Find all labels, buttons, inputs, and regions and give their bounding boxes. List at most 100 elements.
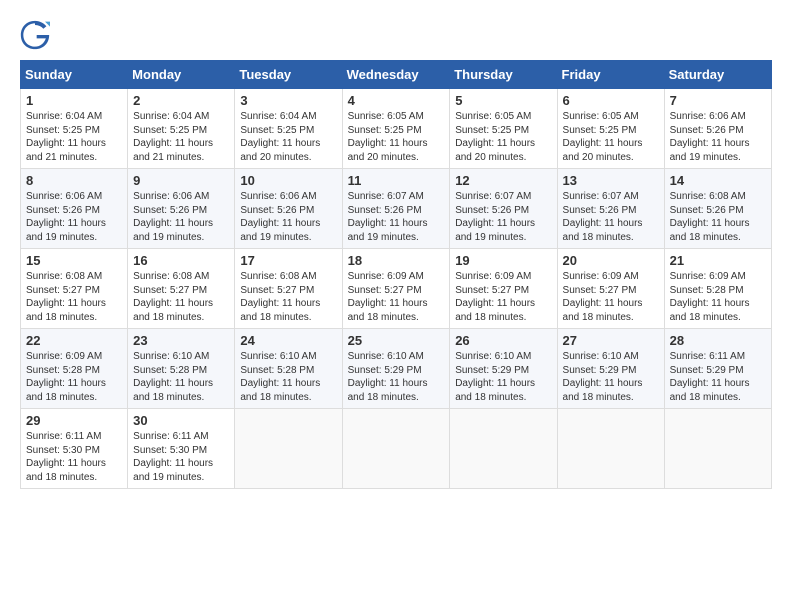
day-content: Sunrise: 6:06 AM Sunset: 5:26 PM Dayligh… [670, 110, 766, 164]
calendar-cell: 1 Sunrise: 6:04 AM Sunset: 5:25 PM Daylig… [21, 89, 128, 169]
week-row-1: 1 Sunrise: 6:04 AM Sunset: 5:25 PM Daylig… [21, 89, 772, 169]
calendar-cell [342, 409, 450, 489]
calendar-cell: 12 Sunrise: 6:07 AM Sunset: 5:26 PM Dayli… [450, 169, 557, 249]
calendar-cell: 20 Sunrise: 6:09 AM Sunset: 5:27 PM Dayli… [557, 249, 664, 329]
calendar-table: SundayMondayTuesdayWednesdayThursdayFrid… [20, 60, 772, 489]
day-number: 6 [563, 93, 659, 108]
calendar-cell: 4 Sunrise: 6:05 AM Sunset: 5:25 PM Daylig… [342, 89, 450, 169]
day-content: Sunrise: 6:08 AM Sunset: 5:27 PM Dayligh… [26, 270, 122, 324]
calendar-cell: 17 Sunrise: 6:08 AM Sunset: 5:27 PM Dayli… [235, 249, 342, 329]
day-content: Sunrise: 6:08 AM Sunset: 5:26 PM Dayligh… [670, 190, 766, 244]
week-row-3: 15 Sunrise: 6:08 AM Sunset: 5:27 PM Dayli… [21, 249, 772, 329]
calendar-cell [557, 409, 664, 489]
weekday-header-thursday: Thursday [450, 61, 557, 89]
day-number: 18 [348, 253, 445, 268]
calendar-cell: 6 Sunrise: 6:05 AM Sunset: 5:25 PM Daylig… [557, 89, 664, 169]
day-content: Sunrise: 6:11 AM Sunset: 5:30 PM Dayligh… [133, 430, 229, 484]
calendar-cell: 3 Sunrise: 6:04 AM Sunset: 5:25 PM Daylig… [235, 89, 342, 169]
calendar-cell: 24Sunrise: 6:10 AM Sunset: 5:28 PM Dayli… [235, 329, 342, 409]
calendar-cell: 19 Sunrise: 6:09 AM Sunset: 5:27 PM Dayli… [450, 249, 557, 329]
calendar-cell: 21 Sunrise: 6:09 AM Sunset: 5:28 PM Dayli… [664, 249, 771, 329]
day-content: Sunrise: 6:07 AM Sunset: 5:26 PM Dayligh… [455, 190, 551, 244]
day-number: 12 [455, 173, 551, 188]
day-number: 30 [133, 413, 229, 428]
day-number: 4 [348, 93, 445, 108]
week-row-4: 22 Sunrise: 6:09 AM Sunset: 5:28 PM Dayli… [21, 329, 772, 409]
day-content: Sunrise: 6:04 AM Sunset: 5:25 PM Dayligh… [240, 110, 336, 164]
day-number: 23 [133, 333, 229, 348]
day-number: 25 [348, 333, 445, 348]
calendar-cell: 8Sunrise: 6:06 AM Sunset: 5:26 PM Daylig… [21, 169, 128, 249]
calendar-cell: 30 Sunrise: 6:11 AM Sunset: 5:30 PM Dayli… [128, 409, 235, 489]
day-content: Sunrise: 6:06 AM Sunset: 5:26 PM Dayligh… [26, 190, 122, 244]
day-content: Sunrise: 6:05 AM Sunset: 5:25 PM Dayligh… [563, 110, 659, 164]
day-number: 29 [26, 413, 122, 428]
calendar-cell: 27 Sunrise: 6:10 AM Sunset: 5:29 PM Dayli… [557, 329, 664, 409]
calendar-cell: 7 Sunrise: 6:06 AM Sunset: 5:26 PM Daylig… [664, 89, 771, 169]
day-number: 21 [670, 253, 766, 268]
day-number: 16 [133, 253, 229, 268]
day-number: 15 [26, 253, 122, 268]
day-number: 24 [240, 333, 336, 348]
weekday-header-tuesday: Tuesday [235, 61, 342, 89]
day-number: 22 [26, 333, 122, 348]
day-content: Sunrise: 6:07 AM Sunset: 5:26 PM Dayligh… [563, 190, 659, 244]
weekday-header-wednesday: Wednesday [342, 61, 450, 89]
day-content: Sunrise: 6:11 AM Sunset: 5:30 PM Dayligh… [26, 430, 122, 484]
calendar-cell: 13Sunrise: 6:07 AM Sunset: 5:26 PM Dayli… [557, 169, 664, 249]
calendar-cell: 14Sunrise: 6:08 AM Sunset: 5:26 PM Dayli… [664, 169, 771, 249]
calendar-cell: 11 Sunrise: 6:07 AM Sunset: 5:26 PM Dayli… [342, 169, 450, 249]
day-number: 26 [455, 333, 551, 348]
general-blue-icon [20, 20, 50, 50]
day-content: Sunrise: 6:09 AM Sunset: 5:27 PM Dayligh… [348, 270, 445, 324]
week-row-5: 29 Sunrise: 6:11 AM Sunset: 5:30 PM Dayli… [21, 409, 772, 489]
day-content: Sunrise: 6:10 AM Sunset: 5:29 PM Dayligh… [563, 350, 659, 404]
calendar-cell: 26 Sunrise: 6:10 AM Sunset: 5:29 PM Dayli… [450, 329, 557, 409]
day-number: 10 [240, 173, 336, 188]
day-number: 11 [348, 173, 445, 188]
calendar-cell: 16 Sunrise: 6:08 AM Sunset: 5:27 PM Dayli… [128, 249, 235, 329]
calendar-cell [664, 409, 771, 489]
day-content: Sunrise: 6:10 AM Sunset: 5:28 PM Dayligh… [133, 350, 229, 404]
day-content: Sunrise: 6:04 AM Sunset: 5:25 PM Dayligh… [26, 110, 122, 164]
calendar-cell: 5Sunrise: 6:05 AM Sunset: 5:25 PM Daylig… [450, 89, 557, 169]
logo-lockup [20, 20, 54, 50]
day-content: Sunrise: 6:05 AM Sunset: 5:25 PM Dayligh… [348, 110, 445, 164]
day-number: 28 [670, 333, 766, 348]
day-content: Sunrise: 6:09 AM Sunset: 5:27 PM Dayligh… [455, 270, 551, 324]
day-number: 17 [240, 253, 336, 268]
day-number: 1 [26, 93, 122, 108]
day-number: 20 [563, 253, 659, 268]
day-number: 3 [240, 93, 336, 108]
calendar-cell: 10 Sunrise: 6:06 AM Sunset: 5:26 PM Dayli… [235, 169, 342, 249]
calendar-cell [450, 409, 557, 489]
calendar-cell: 18 Sunrise: 6:09 AM Sunset: 5:27 PM Dayli… [342, 249, 450, 329]
week-row-2: 8Sunrise: 6:06 AM Sunset: 5:26 PM Daylig… [21, 169, 772, 249]
day-number: 7 [670, 93, 766, 108]
day-content: Sunrise: 6:10 AM Sunset: 5:29 PM Dayligh… [455, 350, 551, 404]
day-content: Sunrise: 6:11 AM Sunset: 5:29 PM Dayligh… [670, 350, 766, 404]
weekday-header-monday: Monday [128, 61, 235, 89]
calendar-cell: 28 Sunrise: 6:11 AM Sunset: 5:29 PM Dayli… [664, 329, 771, 409]
calendar-cell: 22 Sunrise: 6:09 AM Sunset: 5:28 PM Dayli… [21, 329, 128, 409]
day-number: 27 [563, 333, 659, 348]
day-number: 9 [133, 173, 229, 188]
calendar-cell: 9 Sunrise: 6:06 AM Sunset: 5:26 PM Daylig… [128, 169, 235, 249]
day-content: Sunrise: 6:10 AM Sunset: 5:29 PM Dayligh… [348, 350, 445, 404]
day-number: 19 [455, 253, 551, 268]
weekday-header-row: SundayMondayTuesdayWednesdayThursdayFrid… [21, 61, 772, 89]
day-content: Sunrise: 6:08 AM Sunset: 5:27 PM Dayligh… [240, 270, 336, 324]
day-content: Sunrise: 6:08 AM Sunset: 5:27 PM Dayligh… [133, 270, 229, 324]
day-content: Sunrise: 6:09 AM Sunset: 5:28 PM Dayligh… [26, 350, 122, 404]
day-content: Sunrise: 6:06 AM Sunset: 5:26 PM Dayligh… [240, 190, 336, 244]
day-content: Sunrise: 6:07 AM Sunset: 5:26 PM Dayligh… [348, 190, 445, 244]
day-content: Sunrise: 6:09 AM Sunset: 5:27 PM Dayligh… [563, 270, 659, 324]
calendar-cell: 15 Sunrise: 6:08 AM Sunset: 5:27 PM Dayli… [21, 249, 128, 329]
page-header [20, 20, 772, 50]
logo [20, 20, 54, 50]
day-content: Sunrise: 6:09 AM Sunset: 5:28 PM Dayligh… [670, 270, 766, 324]
day-content: Sunrise: 6:06 AM Sunset: 5:26 PM Dayligh… [133, 190, 229, 244]
calendar-cell: 29 Sunrise: 6:11 AM Sunset: 5:30 PM Dayli… [21, 409, 128, 489]
weekday-header-friday: Friday [557, 61, 664, 89]
day-number: 5 [455, 93, 551, 108]
